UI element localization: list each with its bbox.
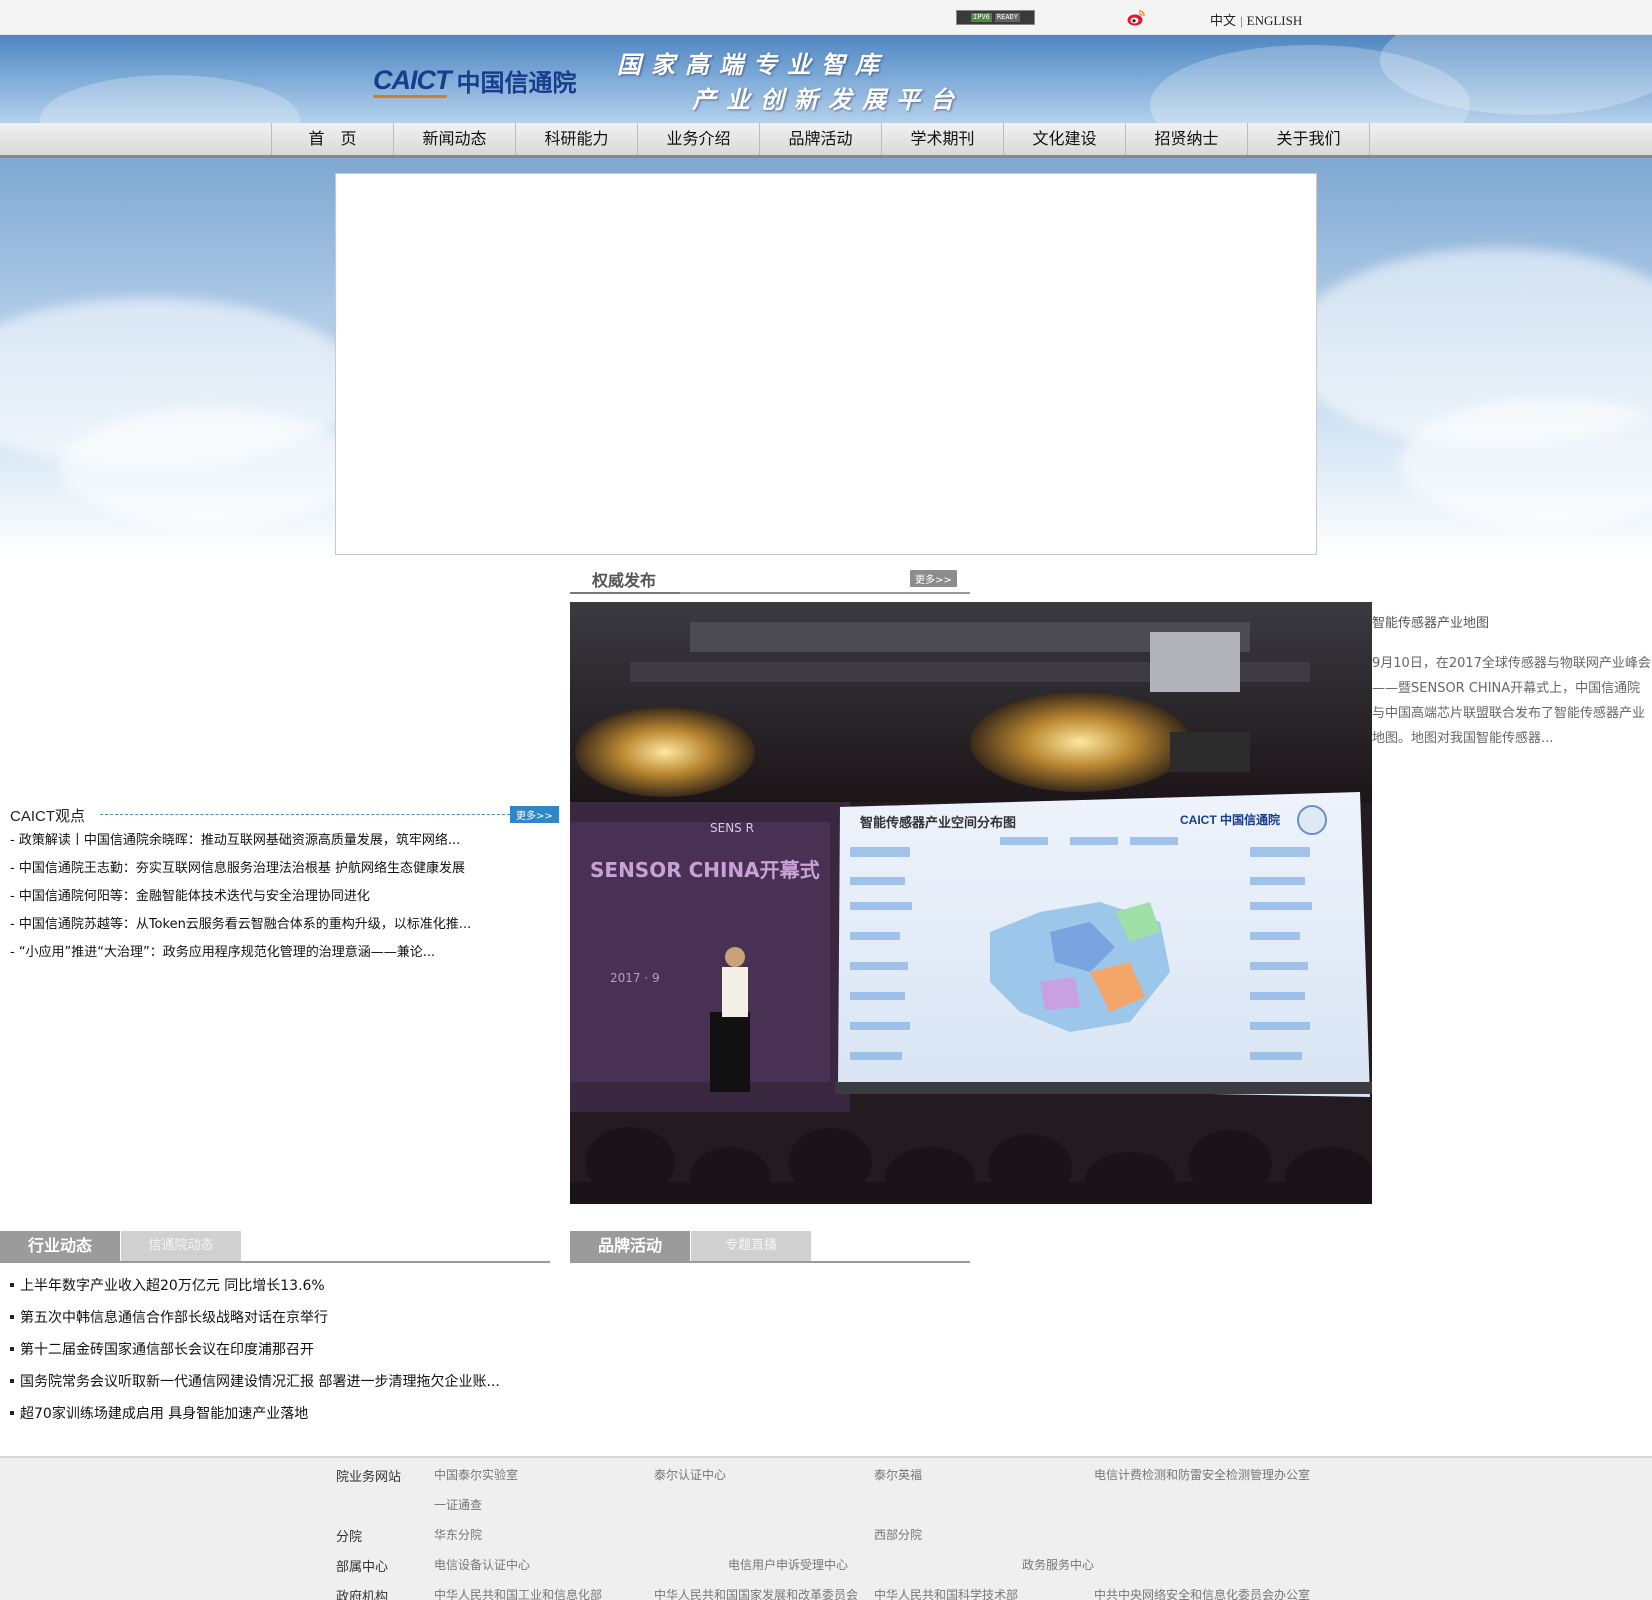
logo-chinese-text: 中国信通院: [456, 69, 577, 97]
nav-item-journals[interactable]: 学术期刊: [882, 123, 1004, 155]
footer-link[interactable]: 电信计费检测和防雷安全检测管理办公室: [1094, 1466, 1310, 1483]
tab-caict-news[interactable]: 信通院动态: [121, 1231, 241, 1261]
list-item[interactable]: 上半年数字产业收入超20万亿元 同比增长13.6%: [10, 1274, 560, 1306]
authority-title-underline: [570, 592, 680, 594]
footer-row-business-sites: 院业务网站 中国泰尔实验室 泰尔认证中心 泰尔英福 电信计费检测和防雷安全检测管…: [0, 1466, 1652, 1488]
feature-summary: 9月10日，在2017全球传感器与物联网产业峰会——暨SENSOR CHINA开…: [1372, 656, 1651, 746]
industry-news-list: 上半年数字产业收入超20万亿元 同比增长13.6% 第五次中韩信息通信合作部长级…: [10, 1274, 560, 1434]
authority-release-title: 权威发布: [592, 571, 657, 590]
tab-live-topics[interactable]: 专题直播: [691, 1231, 811, 1261]
news-headline: 超70家训练场建成启用 具身智能加速产业落地: [20, 1406, 309, 1422]
nav-item-culture[interactable]: 文化建设: [1004, 123, 1126, 155]
footer-links: 院业务网站 中国泰尔实验室 泰尔认证中心 泰尔英福 电信计费检测和防雷安全检测管…: [0, 1456, 1652, 1600]
language-switch: 中文 | ENGLISH: [1210, 10, 1302, 29]
list-item[interactable]: - “小应用”推进“大治理”：政务应用程序规范化管理的治理意涵——兼论...: [10, 942, 560, 970]
main-content-box: [335, 173, 1317, 555]
list-item[interactable]: - 政策解读丨中国信通院余晓晖：推动互联网基础资源高质量发展，筑牢网络...: [10, 830, 560, 858]
viewpoints-list: - 政策解读丨中国信通院余晓晖：推动互联网基础资源高质量发展，筑牢网络... -…: [10, 830, 560, 970]
nav-item-home[interactable]: 首 页: [272, 123, 394, 155]
industry-news-tabbar: 行业动态 信通院动态: [0, 1231, 550, 1263]
caict-logo[interactable]: CAICT 中国信通院: [373, 63, 577, 98]
bullet-square-icon: [10, 1411, 14, 1415]
feature-title[interactable]: 智能传感器产业地图: [1372, 612, 1652, 631]
nav-item-brand[interactable]: 品牌活动: [760, 123, 882, 155]
viewpoints-title: CAICT观点: [10, 808, 86, 825]
footer-link[interactable]: 中共中央网络安全和信息化委员会办公室: [1094, 1586, 1310, 1600]
slide-logo: CAICT 中国信通院: [1180, 812, 1280, 827]
footer-link[interactable]: 中华人民共和国工业和信息化部: [434, 1586, 602, 1600]
footer-link[interactable]: 泰尔英福: [874, 1466, 922, 1483]
list-item[interactable]: 第十二届金砖国家通信部长会议在印度浦那召开: [10, 1338, 560, 1370]
nav-item-careers[interactable]: 招贤纳士: [1126, 123, 1248, 155]
footer-row-affiliated-centers: 部属中心 电信设备认证中心 电信用户申诉受理中心 政务服务中心: [0, 1556, 1652, 1578]
nav-item-about[interactable]: 关于我们: [1248, 123, 1370, 155]
feature-photo[interactable]: SENSOR CHINA开幕式 SENS R 2017 · 9 智能传感器产业空…: [570, 602, 1372, 1204]
list-item[interactable]: - 中国信通院苏越等：从Token云服务看云智融合体系的重构升级，以标准化推..…: [10, 914, 560, 942]
backdrop-title: SENSOR CHINA开幕式: [590, 858, 820, 882]
footer-label: 院业务网站: [336, 1470, 402, 1485]
footer-label: 部属中心: [336, 1560, 389, 1575]
footer-label: 分院: [336, 1530, 363, 1545]
feature-text-panel: 智能传感器产业地图 9月10日，在2017全球传感器与物联网产业峰会——暨SEN…: [1372, 612, 1652, 751]
footer-link[interactable]: 电信设备认证中心: [434, 1556, 530, 1573]
nav-item-business[interactable]: 业务介绍: [638, 123, 760, 155]
ipv6-badge-left: IPV6: [971, 13, 992, 22]
slogan-line-1: 国家高端专业智库: [617, 50, 889, 79]
nav-item-research[interactable]: 科研能力: [516, 123, 638, 155]
footer-link[interactable]: 华东分院: [434, 1526, 482, 1543]
footer-link[interactable]: 政务服务中心: [1022, 1556, 1094, 1573]
footer-link[interactable]: 中华人民共和国国家发展和改革委员会: [654, 1586, 858, 1600]
list-item[interactable]: 超70家训练场建成启用 具身智能加速产业落地: [10, 1402, 560, 1434]
list-item[interactable]: 国务院常务会议听取新一代通信网建设情况汇报 部署进一步清理拖欠企业账...: [10, 1370, 560, 1402]
footer-link[interactable]: 泰尔认证中心: [654, 1466, 726, 1483]
main-navigation: 首 页 新闻动态 科研能力 业务介绍 品牌活动 学术期刊 文化建设 招贤纳士 关…: [0, 123, 1652, 158]
footer-link[interactable]: 中国泰尔实验室: [434, 1466, 518, 1483]
list-item[interactable]: - 中国信通院何阳等：金融智能体技术迭代与安全治理协同进化: [10, 886, 560, 914]
brand-activities-tabbar: 品牌活动 专题直播: [570, 1231, 970, 1263]
news-headline: 上半年数字产业收入超20万亿元 同比增长13.6%: [20, 1278, 325, 1294]
caict-viewpoints-header: CAICT观点 更多>>: [10, 803, 560, 825]
header-banner: CAICT 中国信通院 国家高端专业智库 产业创新发展平台: [0, 35, 1652, 123]
news-headline: 第五次中韩信息通信合作部长级战略对话在京举行: [20, 1310, 328, 1326]
weibo-icon[interactable]: [1126, 8, 1146, 28]
tab-brand-activities[interactable]: 品牌活动: [570, 1231, 690, 1261]
lang-english-link[interactable]: ENGLISH: [1247, 13, 1303, 28]
authority-more-button[interactable]: 更多>>: [910, 570, 957, 587]
news-headline: 国务院常务会议听取新一代通信网建设情况汇报 部署进一步清理拖欠企业账...: [20, 1374, 500, 1390]
logo-english-text: CAICT: [373, 65, 451, 98]
news-headline: 第十二届金砖国家通信部长会议在印度浦那召开: [20, 1342, 314, 1358]
footer-link[interactable]: 一证通查: [434, 1496, 482, 1513]
viewpoints-more-button[interactable]: 更多>>: [510, 806, 559, 823]
viewpoints-divider: [100, 814, 510, 815]
authority-release-header: 权威发布 更多>>: [570, 565, 970, 594]
bullet-square-icon: [10, 1283, 14, 1287]
list-item[interactable]: 第五次中韩信息通信合作部长级战略对话在京举行: [10, 1306, 560, 1338]
footer-link[interactable]: 中华人民共和国科学技术部: [874, 1586, 1018, 1600]
lang-chinese-link[interactable]: 中文: [1210, 13, 1236, 28]
footer-row-business-sites-2: 一证通查: [0, 1496, 1652, 1518]
slide-title: 智能传感器产业空间分布图: [860, 815, 1016, 831]
tab-industry-news[interactable]: 行业动态: [0, 1231, 120, 1261]
bullet-square-icon: [10, 1315, 14, 1319]
nav-item-news[interactable]: 新闻动态: [394, 123, 516, 155]
footer-row-government: 政府机构 中华人民共和国工业和信息化部 中华人民共和国国家发展和改革委员会 中华…: [0, 1586, 1652, 1600]
footer-label: 政府机构: [336, 1590, 389, 1600]
footer-row-branches: 分院 华东分院 西部分院: [0, 1526, 1652, 1548]
footer-link[interactable]: 西部分院: [874, 1526, 922, 1543]
footer-link[interactable]: 电信用户申诉受理中心: [728, 1556, 848, 1573]
lang-separator: |: [1240, 13, 1243, 28]
list-item[interactable]: - 中国信通院王志勤：夯实互联网信息服务治理法治根基 护航网络生态健康发展: [10, 858, 560, 886]
top-utility-bar: IPV6 READY 中文 | ENGLISH: [0, 0, 1652, 35]
ipv6-ready-badge[interactable]: IPV6 READY: [956, 10, 1035, 25]
ipv6-badge-right: READY: [994, 13, 1020, 22]
bullet-square-icon: [10, 1347, 14, 1351]
backdrop-date: 2017 · 9: [610, 971, 660, 985]
conference-photo: SENSOR CHINA开幕式 SENS R 2017 · 9 智能传感器产业空…: [570, 602, 1372, 1204]
backdrop-brand: SENS R: [710, 821, 754, 835]
slogan-line-2: 产业创新发展平台: [692, 85, 964, 114]
bullet-square-icon: [10, 1379, 14, 1383]
